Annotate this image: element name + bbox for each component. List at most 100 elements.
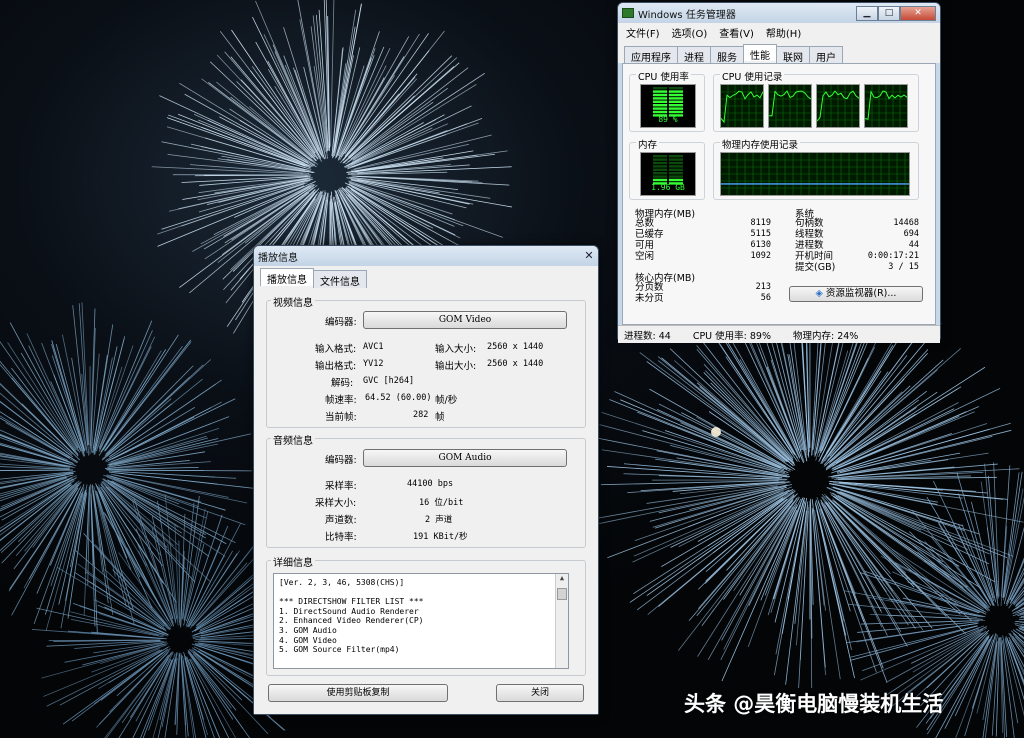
resource-monitor-label: 资源监视器(R)... xyxy=(825,288,897,299)
current-frame-unit: 帧 xyxy=(435,412,445,423)
decode-value: GVC [h264] xyxy=(363,376,415,386)
playback-info-tabs: 播放信息 文件信息 xyxy=(254,266,598,288)
task-manager-tabs: 应用程序 进程 服务 性能 联网 用户 xyxy=(618,41,940,64)
details-line: 2. Enhanced Video Renderer(CP) xyxy=(279,616,424,626)
details-textarea[interactable]: [Ver. 2, 3, 46, 5308(CHS)] *** DIRECTSHO… xyxy=(273,573,569,669)
scroll-thumb[interactable] xyxy=(557,588,567,600)
channels-value: 2 声道 xyxy=(425,515,453,525)
performance-panel: CPU 使用率 89 % CPU 使用记录 内存 1.96 GB 物理内存使用记… xyxy=(622,63,936,325)
input-format-label: 输入格式: xyxy=(315,344,357,355)
tab-performance[interactable]: 性能 xyxy=(743,44,777,62)
cpu-history-graph-1 xyxy=(720,84,764,128)
memory-value: 1.96 GB xyxy=(651,183,685,192)
cpu-history-graph-4 xyxy=(864,84,908,128)
task-manager-window: Windows 任务管理器 ▁ □ ✕ 文件(F) 选项(O) 查看(V) 帮助… xyxy=(617,2,941,343)
details-line xyxy=(279,588,563,598)
kernel-memory-stats: 核心内存(MB) 分页数 213 未分页 56 xyxy=(635,270,771,304)
gom-video-button[interactable]: GOM Video xyxy=(363,311,567,329)
bitrate-value: 191 KBit/秒 xyxy=(413,532,468,542)
task-manager-icon xyxy=(622,8,634,18)
stat-row: 分页数 213 xyxy=(635,282,771,293)
audio-info-label: 音频信息 xyxy=(271,432,315,447)
audio-codec-label: 编码器: xyxy=(325,455,357,466)
decode-label: 解码: xyxy=(331,378,354,389)
tab-users[interactable]: 用户 xyxy=(809,46,843,64)
details-label: 详细信息 xyxy=(271,554,315,569)
cpu-history-graph-3 xyxy=(816,84,860,128)
details-line: 3. GOM Audio xyxy=(279,625,337,635)
scroll-up-icon[interactable]: ▲ xyxy=(556,574,568,586)
sample-size-label: 采样大小: xyxy=(315,498,357,509)
menu-options[interactable]: 选项(O) xyxy=(672,25,708,40)
cpu-history-label: CPU 使用记录 xyxy=(720,69,785,83)
input-size-value: 2560 x 1440 xyxy=(487,342,544,352)
framerate-unit: 帧/秒 xyxy=(435,395,458,406)
copy-to-clipboard-button[interactable]: 使用剪贴板复制 xyxy=(268,684,448,702)
input-format-value: AVC1 xyxy=(363,342,384,352)
video-info-label: 视频信息 xyxy=(271,294,315,309)
cpu-usage-group: CPU 使用率 89 % xyxy=(629,69,705,132)
maximize-button[interactable]: □ xyxy=(878,5,900,21)
stat-row: 可用 6130 xyxy=(635,240,771,251)
watermark-text: 头条 @昊衡电脑慢装机生活 xyxy=(684,692,944,716)
memory-history-graph xyxy=(720,152,910,196)
details-scrollbar[interactable]: ▲ xyxy=(555,574,568,668)
minimize-button[interactable]: ▁ xyxy=(856,5,878,21)
output-format-value: YV12 xyxy=(363,359,384,369)
system-label: 系统 xyxy=(795,209,815,220)
stat-row: 进程数 44 xyxy=(795,240,919,251)
sample-rate-label: 采样率: xyxy=(325,481,357,492)
cpu-history-group: CPU 使用记录 xyxy=(713,69,919,132)
cpu-usage-value: 89 % xyxy=(658,115,678,124)
task-manager-menubar: 文件(F) 选项(O) 查看(V) 帮助(H) xyxy=(618,23,940,41)
status-processes: 进程数: 44 xyxy=(624,330,671,342)
tab-processes[interactable]: 进程 xyxy=(677,46,711,64)
audio-info-section: 音频信息 编码器: GOM Audio 采样率: 44100 bps 采样大小:… xyxy=(266,432,586,548)
tab-applications[interactable]: 应用程序 xyxy=(624,46,678,64)
memory-history-label: 物理内存使用记录 xyxy=(720,137,801,151)
details-line: 5. GOM Source Filter(mp4) xyxy=(279,645,400,655)
stat-row: 提交(GB) 3 / 15 xyxy=(795,262,919,273)
gom-audio-button[interactable]: GOM Audio xyxy=(363,449,567,467)
sample-size-value: 16 位/bit xyxy=(419,498,464,508)
tab-playback-info[interactable]: 播放信息 xyxy=(260,268,314,286)
close-button[interactable]: ✕ xyxy=(900,5,936,21)
details-section: 详细信息 [Ver. 2, 3, 46, 5308(CHS)] *** DIRE… xyxy=(266,554,586,676)
status-memory: 物理内存: 24% xyxy=(792,330,859,342)
cpu-usage-label: CPU 使用率 xyxy=(636,69,691,83)
details-line: [Ver. 2, 3, 46, 5308(CHS)] xyxy=(279,578,405,587)
tab-networking[interactable]: 联网 xyxy=(776,46,810,64)
video-info-section: 视频信息 编码器: GOM Video 输入格式: AVC1 输入大小: 256… xyxy=(266,294,586,428)
shield-icon: ◈ xyxy=(815,288,823,299)
current-frame-label: 当前帧: xyxy=(325,412,357,423)
channels-label: 声道数: xyxy=(325,515,357,526)
memory-meter: 1.96 GB xyxy=(640,152,696,196)
sample-rate-value: 44100 bps xyxy=(407,479,454,489)
framerate-value: 64.52 (60.00) xyxy=(365,393,432,403)
tab-services[interactable]: 服务 xyxy=(710,46,744,64)
task-manager-titlebar[interactable]: Windows 任务管理器 ▁ □ ✕ xyxy=(618,3,940,23)
details-line: *** DIRECTSHOW FILTER LIST *** xyxy=(279,597,424,607)
menu-view[interactable]: 查看(V) xyxy=(719,25,754,40)
cpu-history-graph-2 xyxy=(768,84,812,128)
memory-history-group: 物理内存使用记录 xyxy=(713,137,919,200)
framerate-label: 帧速率: xyxy=(325,395,357,406)
physical-memory-stats: 物理内存(MB) 总数 8119 已缓存 5115 可用 6130 空闲 1092 xyxy=(635,206,771,262)
memory-group: 内存 1.96 GB xyxy=(629,137,705,200)
output-size-value: 2560 x 1440 xyxy=(487,359,544,369)
system-stats: 系统 句柄数 14468 线程数 694 进程数 44 开机时间 0:00:17:21 … xyxy=(795,206,919,273)
stat-row: 句柄数 14468 xyxy=(795,218,919,229)
menu-file[interactable]: 文件(F) xyxy=(626,25,660,40)
resource-monitor-button[interactable]: ◈ 资源监视器(R)... xyxy=(789,286,923,302)
physical-memory-label: 物理内存(MB) xyxy=(635,209,696,220)
output-size-label: 输出大小: xyxy=(435,361,477,372)
stat-row: 线程数 694 xyxy=(795,229,919,240)
menu-help[interactable]: 帮助(H) xyxy=(766,25,801,40)
close-icon[interactable]: ✕ xyxy=(580,249,598,264)
playback-info-title: 播放信息 xyxy=(258,252,298,264)
playback-info-titlebar[interactable]: 播放信息 ✕ xyxy=(254,246,598,266)
close-dialog-button[interactable]: 关闭 xyxy=(496,684,584,702)
stat-row: 已缓存 5115 xyxy=(635,229,771,240)
details-line: 4. GOM Video xyxy=(279,635,337,645)
tab-file-info[interactable]: 文件信息 xyxy=(313,270,367,288)
